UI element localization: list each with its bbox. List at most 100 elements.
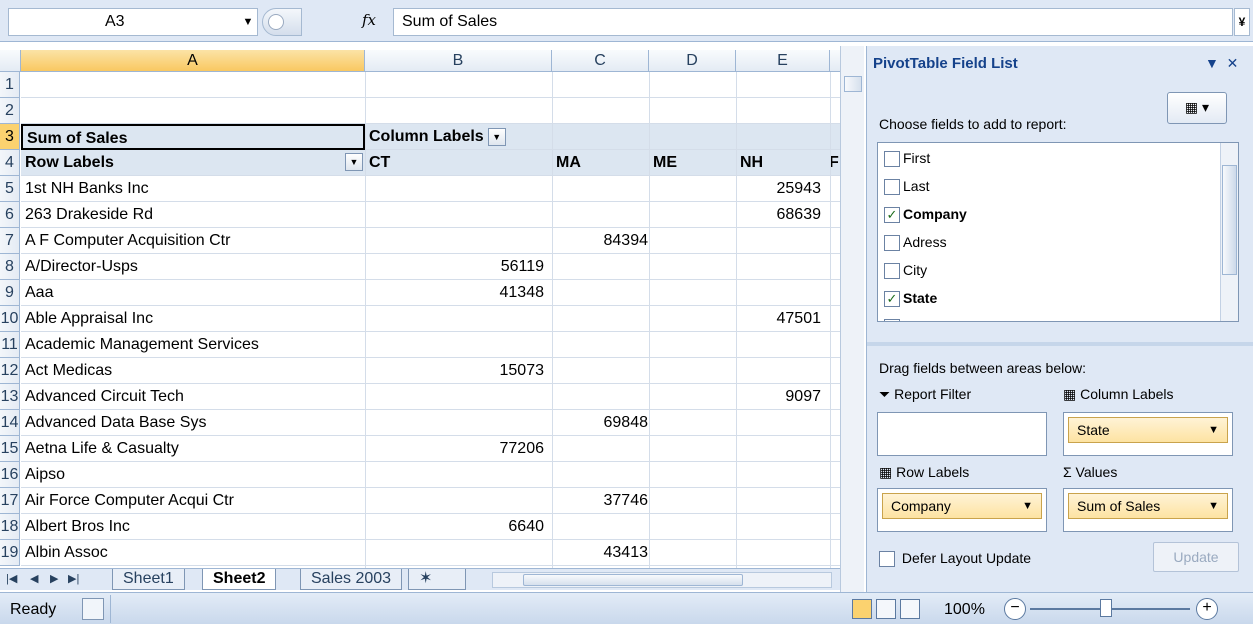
checkbox-icon[interactable]: [884, 319, 900, 321]
value-ct-cell[interactable]: [365, 228, 548, 254]
value-nh-cell[interactable]: [736, 332, 825, 358]
worksheet-grid[interactable]: A B C D E 1 2 3 4 5 6 7 8 9 10 11 12 13 14 15 16 17 18 19 …: [0, 50, 840, 568]
macro-record-icon[interactable]: [82, 598, 104, 620]
value-ct-cell[interactable]: [365, 384, 548, 410]
value-nh-cell[interactable]: [736, 410, 825, 436]
checkbox-icon[interactable]: [884, 235, 900, 252]
prev-sheet-icon[interactable]: ◀: [30, 572, 38, 585]
table-row[interactable]: Act Medicas 15073: [21, 358, 840, 384]
sheet-tab-sales-2003[interactable]: Sales 2003: [300, 569, 403, 590]
field-layout-button[interactable]: ▦ ▾: [1167, 92, 1227, 124]
formula-bar-resize-icon[interactable]: [268, 14, 284, 30]
column-labels-area[interactable]: State ▼: [1063, 412, 1233, 456]
row-header[interactable]: 10: [0, 306, 20, 332]
zoom-level[interactable]: 100%: [944, 601, 985, 619]
formula-input[interactable]: Sum of Sales: [393, 8, 1233, 36]
zoom-in-icon[interactable]: +: [1196, 598, 1218, 620]
page-break-view-icon[interactable]: [900, 599, 920, 619]
value-ma-cell[interactable]: 84394: [552, 228, 652, 254]
next-sheet-icon[interactable]: ▶: [50, 572, 58, 585]
field-adress[interactable]: Adress: [884, 231, 947, 255]
value-nh-cell[interactable]: [736, 358, 825, 384]
column-header-d[interactable]: D: [649, 50, 736, 72]
row-label-cell[interactable]: Albin Assoc: [21, 540, 365, 566]
value-ma-cell[interactable]: [552, 332, 652, 358]
field-city[interactable]: City: [884, 259, 927, 283]
value-ct-cell[interactable]: 15073: [365, 358, 548, 384]
row-header[interactable]: 1: [0, 72, 20, 98]
report-filter-area[interactable]: [877, 412, 1047, 456]
value-nh-cell[interactable]: [736, 488, 825, 514]
row-label-cell[interactable]: Act Medicas: [21, 358, 365, 384]
value-nh-cell[interactable]: [736, 540, 825, 566]
row-header[interactable]: 6: [0, 202, 20, 228]
checkbox-icon[interactable]: [884, 263, 900, 280]
sheet-tab-sheet2[interactable]: Sheet2: [202, 569, 277, 590]
table-row[interactable]: Able Appraisal Inc 47501: [21, 306, 840, 332]
chevron-down-icon[interactable]: ▼: [1208, 494, 1219, 518]
defer-layout-update-checkbox[interactable]: Defer Layout Update: [879, 550, 1031, 568]
row-header[interactable]: 5: [0, 176, 20, 202]
table-row[interactable]: Sum of Sales Column Labels ▼: [21, 124, 840, 150]
vertical-scroll-thumb[interactable]: [844, 76, 862, 92]
value-nh-cell[interactable]: 9097: [736, 384, 825, 410]
table-row[interactable]: Albert Bros Inc 6640: [21, 514, 840, 540]
row-header[interactable]: 3: [0, 124, 20, 150]
column-header-e[interactable]: E: [736, 50, 830, 72]
row-header[interactable]: 2: [0, 98, 20, 124]
value-nh-cell[interactable]: 68639: [736, 202, 825, 228]
expand-formula-bar-button[interactable]: ¥: [1234, 8, 1250, 36]
value-ct-cell[interactable]: [365, 462, 548, 488]
row-header[interactable]: 7: [0, 228, 20, 254]
panel-splitter[interactable]: [867, 342, 1253, 346]
horizontal-scroll-thumb[interactable]: [523, 574, 743, 586]
last-sheet-icon[interactable]: ▶|: [68, 572, 79, 585]
row-header[interactable]: 17: [0, 488, 20, 514]
value-ma-cell[interactable]: 69848: [552, 410, 652, 436]
vertical-scrollbar[interactable]: [840, 46, 864, 592]
value-ma-cell[interactable]: [552, 280, 652, 306]
column-labels-cell[interactable]: Column Labels ▼: [365, 124, 665, 150]
table-row[interactable]: Academic Management Services: [21, 332, 840, 358]
value-ct-cell[interactable]: [365, 202, 548, 228]
table-row[interactable]: Aaa 41348: [21, 280, 840, 306]
table-row[interactable]: Albin Assoc 43413: [21, 540, 840, 566]
checkbox-icon[interactable]: [879, 551, 895, 568]
row-field-company[interactable]: Company ▼: [882, 493, 1042, 519]
field-zip[interactable]: Zip: [884, 315, 922, 321]
value-ct-cell[interactable]: 41348: [365, 280, 548, 306]
row-header[interactable]: 15: [0, 436, 20, 462]
state-header-nh[interactable]: NH: [736, 150, 816, 176]
value-nh-cell[interactable]: [736, 462, 825, 488]
value-ma-cell[interactable]: [552, 436, 652, 462]
row-header[interactable]: 16: [0, 462, 20, 488]
value-ma-cell[interactable]: [552, 176, 652, 202]
column-field-state[interactable]: State ▼: [1068, 417, 1228, 443]
checkbox-icon[interactable]: [884, 151, 900, 168]
row-header[interactable]: 18: [0, 514, 20, 540]
field-last[interactable]: Last: [884, 175, 929, 199]
column-header-c[interactable]: C: [552, 50, 649, 72]
value-ct-cell[interactable]: 56119: [365, 254, 548, 280]
value-nh-cell[interactable]: [736, 436, 825, 462]
value-ma-cell[interactable]: [552, 202, 652, 228]
table-row[interactable]: Advanced Data Base Sys 69848: [21, 410, 840, 436]
value-ct-cell[interactable]: 77206: [365, 436, 548, 462]
table-row[interactable]: [21, 98, 840, 124]
table-row[interactable]: Advanced Circuit Tech 9097: [21, 384, 840, 410]
row-label-cell[interactable]: 263 Drakeside Rd: [21, 202, 365, 228]
cell-sum-of-sales[interactable]: Sum of Sales: [21, 124, 365, 150]
row-label-cell[interactable]: Aetna Life & Casualty: [21, 436, 365, 462]
column-filter-dropdown-icon[interactable]: ▼: [487, 127, 506, 146]
value-ma-cell[interactable]: 43413: [552, 540, 652, 566]
table-row[interactable]: 1st NH Banks Inc 25943: [21, 176, 840, 202]
name-box-dropdown-icon[interactable]: ▼: [238, 8, 258, 36]
value-ct-cell[interactable]: [365, 176, 548, 202]
row-filter-dropdown-icon[interactable]: ▼: [345, 153, 363, 171]
row-header[interactable]: 11: [0, 332, 20, 358]
select-all-corner[interactable]: [0, 50, 21, 72]
field-state[interactable]: ✓ State: [884, 287, 937, 311]
row-label-cell[interactable]: Advanced Data Base Sys: [21, 410, 365, 436]
state-header-ma[interactable]: MA: [552, 150, 642, 176]
zoom-slider-thumb[interactable]: [1100, 599, 1112, 617]
